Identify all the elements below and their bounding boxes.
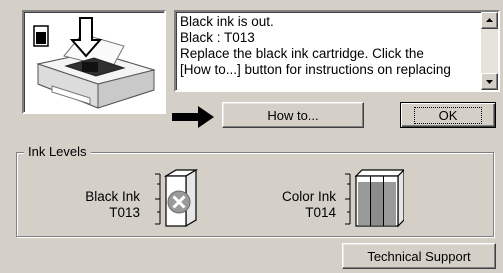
technical-support-label: Technical Support xyxy=(367,248,471,264)
color-ink-code: T014 xyxy=(305,205,336,220)
empty-x-icon xyxy=(167,190,191,214)
ok-label: OK xyxy=(413,106,483,124)
arrow-right-icon xyxy=(172,106,214,128)
message-line: Replace the black ink cartridge. Click t… xyxy=(180,46,424,61)
black-ink-label: Black Ink T013 xyxy=(62,189,140,221)
how-to-label: How to... xyxy=(267,107,319,123)
color-ink-level-fill xyxy=(358,182,396,225)
scroll-up-button[interactable] xyxy=(481,12,498,29)
message-scrollbar[interactable] xyxy=(481,12,498,90)
printer-illustration xyxy=(22,10,166,114)
ok-button[interactable]: OK xyxy=(400,102,496,128)
how-to-button[interactable]: How to... xyxy=(222,102,364,128)
message-line: Black : T013 xyxy=(180,30,255,45)
scroll-up-icon xyxy=(486,18,493,22)
message-box: Black ink is out. Black : T013 Replace t… xyxy=(174,10,500,92)
black-ink-code: T013 xyxy=(109,205,140,220)
color-ink-name: Color Ink xyxy=(281,189,336,204)
message-line: Black ink is out. xyxy=(180,14,274,29)
ink-levels-label: Ink Levels xyxy=(24,144,91,159)
black-ink-cartridge xyxy=(155,168,199,228)
printer-illustration-icon xyxy=(33,17,156,109)
message-line: [How to...] button for instructions on r… xyxy=(180,62,451,77)
color-ink-cartridge xyxy=(345,169,404,228)
technical-support-button[interactable]: Technical Support xyxy=(342,243,496,269)
message-text: Black ink is out. Black : T013 Replace t… xyxy=(180,14,478,90)
black-ink-name: Black Ink xyxy=(85,189,140,204)
scroll-down-icon xyxy=(486,80,493,84)
color-ink-label: Color Ink T014 xyxy=(266,189,336,221)
scroll-down-button[interactable] xyxy=(481,73,498,90)
